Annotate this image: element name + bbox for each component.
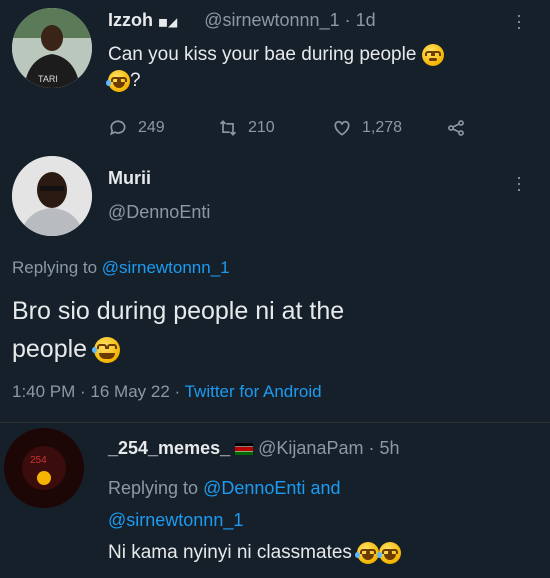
tweet2-handle[interactable]: @DennoEnti [108, 202, 210, 223]
tweet2-text: Bro sio during people ni at the people [12, 292, 344, 368]
like-count: 1,278 [362, 119, 403, 136]
reply-icon [110, 120, 126, 136]
tweet3-replying: Replying to @DennoEnti and @sirnewtonnn_… [108, 472, 340, 536]
more-icon-2[interactable]: · · · [516, 168, 522, 198]
tweet3-header: _254_memes_ @KijanaPam · 5h [108, 438, 400, 459]
retweet-button[interactable]: 210 [218, 118, 275, 138]
svg-text:254: 254 [30, 455, 47, 466]
tweet3-text-body: Ni kama nyinyi ni classmates [108, 542, 352, 564]
svg-text:TARI: TARI [38, 74, 58, 84]
retweet-icon [219, 120, 237, 136]
tweet2-replying: Replying to @sirnewtonnn_1 [12, 258, 230, 278]
laughing-emoji-icon [377, 542, 402, 564]
tweet1-text-line1: Can you kiss your bae during people [108, 44, 417, 65]
thinking-emoji-icon [421, 43, 444, 66]
tweet3-name[interactable]: _254_memes_ [108, 438, 230, 458]
tweet1-time[interactable]: · 1d [345, 10, 376, 30]
tweet2-replying-to[interactable]: @sirnewtonnn_1 [102, 258, 230, 277]
tweet3-time[interactable]: · 5h [368, 438, 399, 458]
tweet2-source[interactable]: Twitter for Android [185, 382, 322, 401]
laughing-emoji-icon [106, 69, 130, 92]
tweet1-text: Can you kiss your bae during people ? [106, 42, 444, 94]
more-icon[interactable]: · · · [516, 6, 522, 36]
retweet-count: 210 [248, 119, 275, 136]
tweet1-text-line2: ? [130, 70, 141, 91]
reply-button[interactable]: 249 [108, 118, 165, 138]
like-icon [334, 120, 350, 136]
tweet2-text-line1: Bro sio during people ni at the [12, 297, 345, 325]
tweet2-timestamp[interactable]: 1:40 PM · 16 May 22 · [12, 382, 180, 401]
tweet1-header: Izzoh ◼◢ @sirnewtonnn_1 · 1d [108, 10, 376, 31]
tweet3-replying-to-1[interactable]: @DennoEnti [203, 478, 305, 498]
share-icon [448, 120, 464, 136]
izzoh-avatar[interactable]: TARI [12, 8, 92, 88]
laughing-emoji-icon [355, 542, 380, 564]
tweet2-name[interactable]: Murii [108, 168, 151, 189]
mute-icon: ◼◢ [158, 15, 178, 29]
murii-avatar[interactable] [12, 156, 92, 236]
tweet1-name[interactable]: Izzoh [108, 10, 153, 30]
tweet2-text-line2: people [12, 335, 88, 363]
tweet3-handle[interactable]: @KijanaPam [258, 438, 363, 458]
tweet3-text: Ni kama nyinyi ni classmates [108, 542, 402, 564]
divider [0, 422, 550, 423]
tweet3-replying-to-2[interactable]: @sirnewtonnn_1 [108, 510, 243, 530]
tweet2-replying-prefix: Replying to [12, 258, 98, 277]
tweet3-replying-and: and [310, 478, 341, 498]
laughing-emoji-icon [92, 337, 121, 364]
kenya-flag-icon [235, 443, 254, 456]
tweet2-meta: 1:40 PM · 16 May 22 · Twitter for Androi… [12, 382, 322, 402]
tweet3-replying-prefix: Replying to [108, 478, 199, 498]
share-button[interactable] [446, 118, 466, 138]
like-button[interactable]: 1,278 [332, 118, 402, 138]
tweet1-handle[interactable]: @sirnewtonnn_1 [204, 10, 339, 30]
memes-avatar[interactable]: 254 [4, 428, 84, 508]
reply-count: 249 [138, 119, 165, 136]
